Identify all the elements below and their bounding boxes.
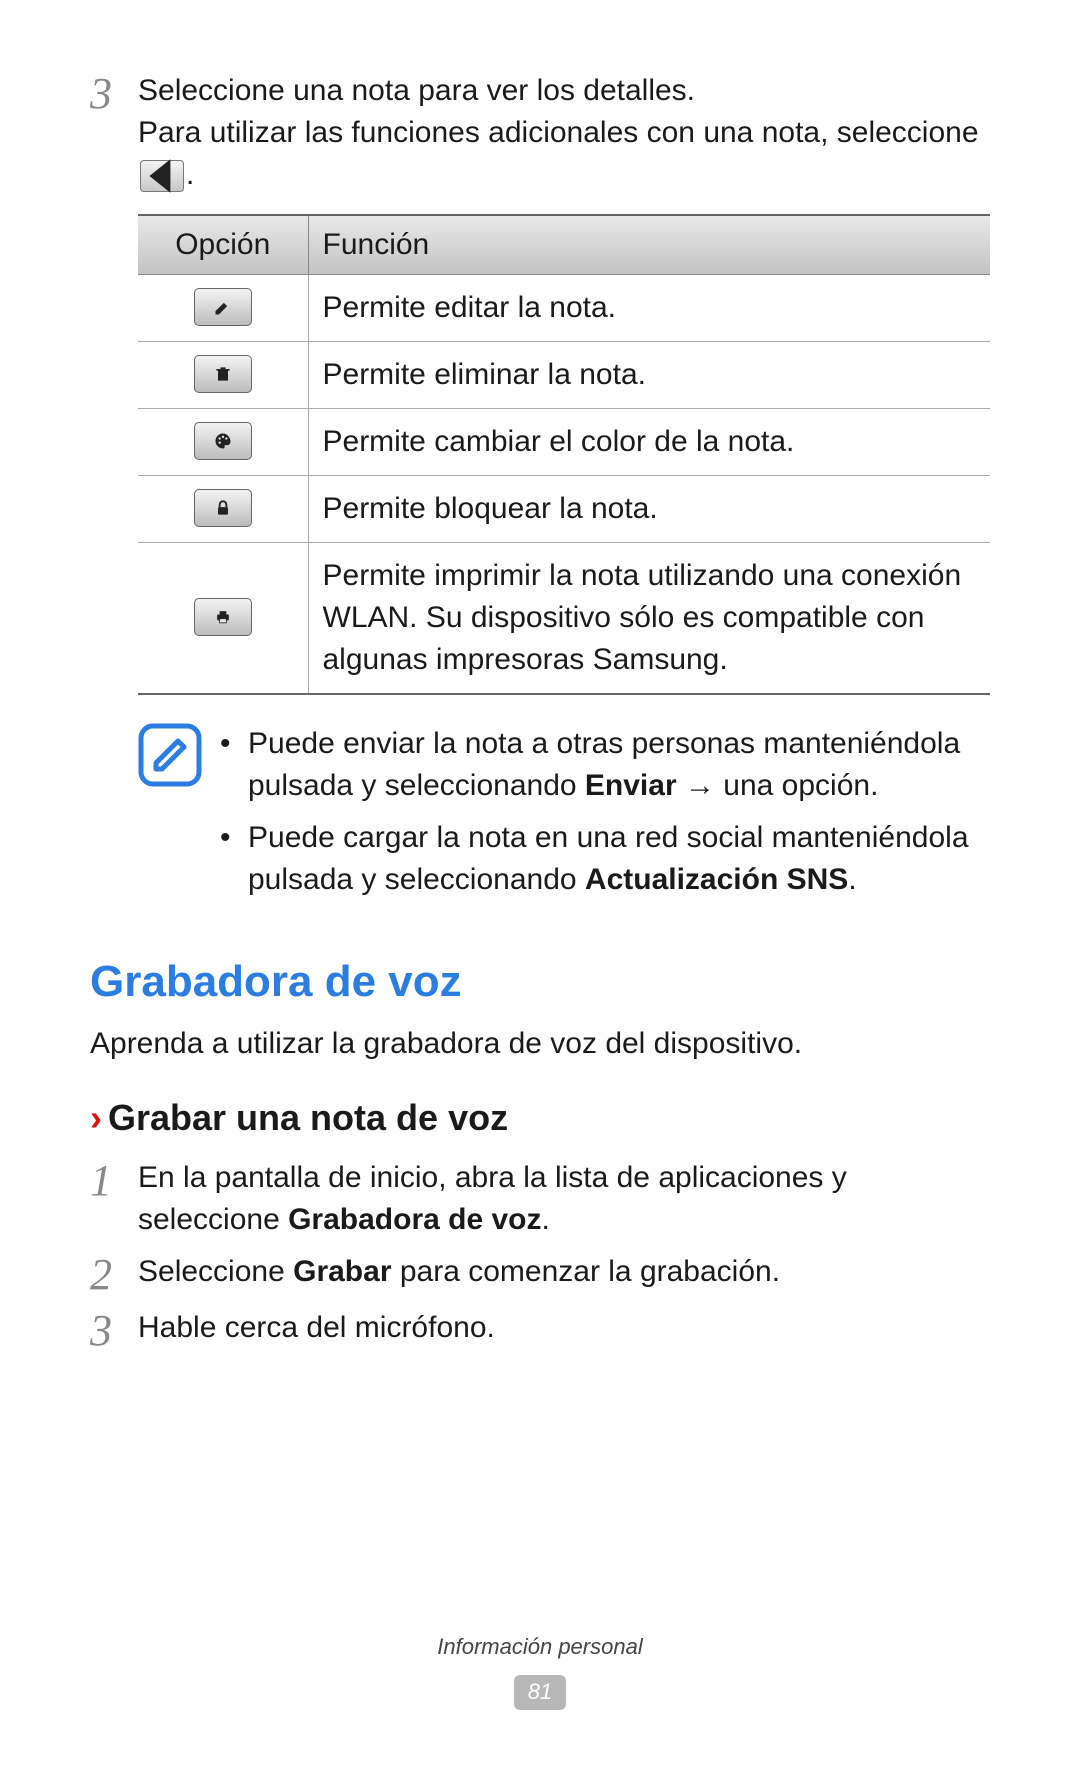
s1-bold: Grabadora de voz bbox=[288, 1203, 541, 1236]
step-3b: 3 Hable cerca del micrófono. bbox=[90, 1307, 990, 1353]
step-3: 3 Seleccione una nota para ver los detal… bbox=[90, 70, 990, 196]
sub-title-text: Grabar una nota de voz bbox=[108, 1097, 508, 1138]
step-number: 1 bbox=[90, 1157, 138, 1203]
palette-icon bbox=[194, 422, 252, 460]
step-body: Hable cerca del micrófono. bbox=[138, 1307, 990, 1349]
note-info-icon bbox=[138, 723, 202, 787]
note-item: Puede cargar la nota en una red social m… bbox=[220, 817, 990, 901]
step-number: 3 bbox=[90, 1307, 138, 1353]
s1-b: . bbox=[542, 1203, 550, 1236]
step-number: 3 bbox=[90, 70, 138, 116]
subsection-title: ›Grabar una nota de voz bbox=[90, 1093, 990, 1143]
s2-b: para comenzar la grabación. bbox=[392, 1255, 781, 1288]
edit-icon bbox=[194, 288, 252, 326]
step3-line2b: . bbox=[186, 158, 194, 191]
note2-bold: Actualización SNS bbox=[585, 863, 848, 896]
step3-line2: Para utilizar las funciones adicionales … bbox=[138, 112, 990, 196]
table-row: Permite eliminar la nota. bbox=[138, 342, 990, 409]
delete-icon bbox=[194, 355, 252, 393]
step-number: 2 bbox=[90, 1251, 138, 1297]
table-header-row: Opción Función bbox=[138, 216, 990, 275]
row-func: Permite eliminar la nota. bbox=[308, 342, 990, 409]
row-func: Permite editar la nota. bbox=[308, 275, 990, 342]
step-2: 2 Seleccione Grabar para comenzar la gra… bbox=[90, 1251, 990, 1297]
table-row: Permite imprimir la nota utilizando una … bbox=[138, 543, 990, 694]
th-option: Opción bbox=[138, 216, 308, 275]
table-row: Permite bloquear la nota. bbox=[138, 476, 990, 543]
step3-line1: Seleccione una nota para ver los detalle… bbox=[138, 70, 990, 112]
step3-line2a: Para utilizar las funciones adicionales … bbox=[138, 116, 979, 149]
th-function: Función bbox=[308, 216, 990, 275]
note2-b: . bbox=[848, 863, 856, 896]
footer-label: Información personal bbox=[0, 1632, 1080, 1663]
note-item: Puede enviar la nota a otras personas ma… bbox=[220, 723, 990, 807]
step-body: Seleccione una nota para ver los detalle… bbox=[138, 70, 990, 196]
note-list: Puede enviar la nota a otras personas ma… bbox=[220, 723, 990, 911]
triangle-left-icon bbox=[140, 160, 184, 192]
page-footer: Información personal 81 bbox=[0, 1632, 1080, 1711]
s2-a: Seleccione bbox=[138, 1255, 293, 1288]
step-body: Seleccione Grabar para comenzar la graba… bbox=[138, 1251, 990, 1293]
print-icon bbox=[194, 598, 252, 636]
s2-bold: Grabar bbox=[293, 1255, 391, 1288]
section-desc: Aprenda a utilizar la grabadora de voz d… bbox=[90, 1023, 990, 1065]
options-table: Opción Función Permite editar la nota. P… bbox=[138, 214, 990, 695]
lock-icon bbox=[194, 489, 252, 527]
note1-bold: Enviar bbox=[585, 769, 677, 802]
row-func: Permite bloquear la nota. bbox=[308, 476, 990, 543]
table-row: Permite cambiar el color de la nota. bbox=[138, 409, 990, 476]
step-1: 1 En la pantalla de inicio, abra la list… bbox=[90, 1157, 990, 1241]
row-func: Permite imprimir la nota utilizando una … bbox=[308, 543, 990, 694]
step-body: En la pantalla de inicio, abra la lista … bbox=[138, 1157, 990, 1241]
table-row: Permite editar la nota. bbox=[138, 275, 990, 342]
section-title: Grabadora de voz bbox=[90, 951, 990, 1013]
chevron-right-icon: › bbox=[90, 1097, 102, 1138]
note1-b: → una opción. bbox=[677, 769, 879, 802]
page-number: 81 bbox=[514, 1675, 566, 1710]
row-func: Permite cambiar el color de la nota. bbox=[308, 409, 990, 476]
note-block: Puede enviar la nota a otras personas ma… bbox=[138, 723, 990, 911]
